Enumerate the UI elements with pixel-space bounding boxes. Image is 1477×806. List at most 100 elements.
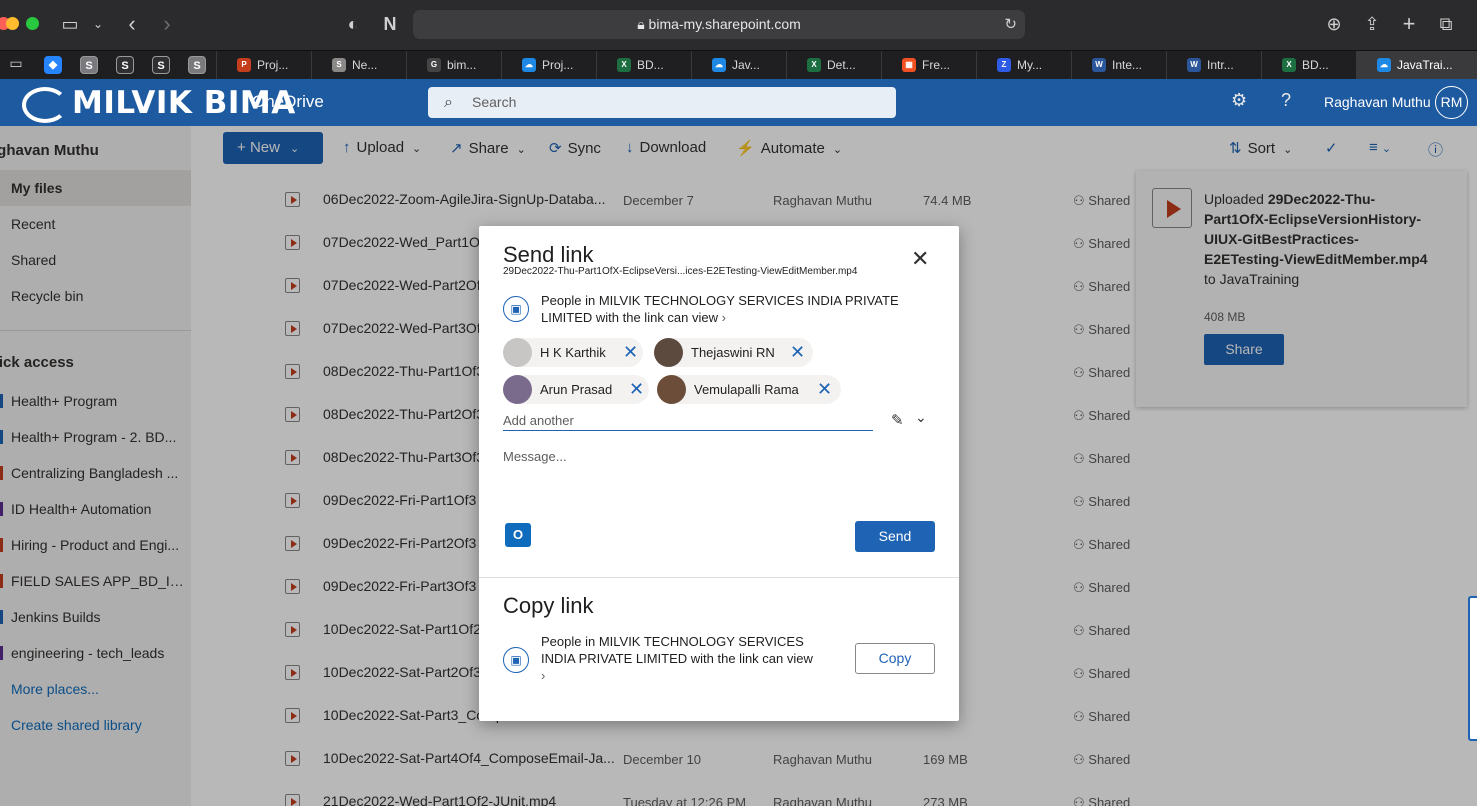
- onedrive-icon: ☁: [1377, 57, 1391, 72]
- copy-link-permission-setting[interactable]: People in MILVIK TECHNOLOGY SERVICES IND…: [541, 633, 831, 684]
- message-field[interactable]: [503, 449, 933, 509]
- shield-icon[interactable]: ◐: [339, 12, 367, 36]
- microsoft-icon: ▦: [902, 57, 916, 72]
- pinned-tab[interactable]: S: [188, 56, 206, 74]
- chevron-down-icon[interactable]: ⌄: [84, 12, 112, 36]
- search-icon: ⌕: [444, 94, 453, 111]
- chevron-down-icon[interactable]: ⌄: [915, 409, 927, 426]
- remove-recipient-icon[interactable]: ✕: [790, 338, 805, 367]
- copy-link-title: Copy link: [503, 593, 594, 618]
- new-tab-icon[interactable]: +: [1395, 12, 1423, 36]
- browser-titlebar: ▭ ⌄ ‹ › ◐ N 🔒︎ bima-my.sharepoint.com ↻ …: [0, 0, 1477, 50]
- recipient-chip: H K Karthik ✕: [503, 338, 643, 367]
- browser-tab-label: Proj...: [257, 58, 289, 72]
- outlook-icon[interactable]: O: [505, 523, 531, 547]
- recipient-name: Vemulapalli Rama: [694, 382, 799, 397]
- remove-recipient-icon[interactable]: ✕: [623, 338, 638, 367]
- recipient-avatar: [503, 375, 532, 404]
- browser-tab[interactable]: W Inte...: [1071, 51, 1166, 80]
- browser-tab-label: JavaTrai...: [1397, 58, 1453, 72]
- recipient-chip: Vemulapalli Rama ✕: [657, 375, 841, 404]
- browser-tab[interactable]: X BD...: [1261, 51, 1356, 80]
- excel-icon: X: [807, 57, 821, 72]
- add-recipient-input[interactable]: [503, 411, 873, 431]
- search-placeholder: Search: [472, 94, 517, 110]
- onedrive-header: MILVIK BIMA OneDrive ⌕ Search ⚙ ? Raghav…: [0, 79, 1477, 126]
- pinned-tab[interactable]: S: [116, 56, 134, 74]
- send-link-dialog: Send link 29Dec2022-Thu-Part1OfX-Eclipse…: [479, 226, 959, 721]
- brand-swirl-icon: [22, 86, 68, 123]
- browser-tab[interactable]: P Proj...: [216, 51, 311, 80]
- github-icon: G: [427, 57, 441, 72]
- remove-recipient-icon[interactable]: ✕: [629, 375, 644, 404]
- back-icon[interactable]: ‹: [118, 12, 146, 36]
- browser-tab[interactable]: Gbim...: [406, 51, 501, 80]
- browser-tab[interactable]: W Intr...: [1166, 51, 1261, 80]
- recipient-avatar: [657, 375, 686, 404]
- help-icon[interactable]: ?: [1281, 90, 1291, 111]
- recipient-avatar: [503, 338, 532, 367]
- browser-tab[interactable]: ▦ Fre...: [881, 51, 976, 80]
- dialog-file-name: 29Dec2022-Thu-Part1OfX-EclipseVersi...ic…: [503, 266, 858, 277]
- pinned-tab[interactable]: S: [80, 56, 98, 74]
- lock-icon: 🔒︎: [637, 16, 649, 32]
- remove-recipient-icon[interactable]: ✕: [817, 375, 832, 404]
- browser-tab-strip: ▭ ◆ S S S S P Proj... S Ne... Gbim... ☁ Proj... X BD…: [0, 50, 1477, 80]
- organization-briefcase-icon: ▣: [503, 647, 529, 673]
- browser-tab-label: Ne...: [352, 58, 378, 72]
- powerpoint-icon: P: [237, 57, 251, 72]
- word-icon: W: [1092, 57, 1106, 72]
- copy-button[interactable]: Copy: [855, 643, 935, 674]
- notion-icon[interactable]: N: [376, 12, 404, 36]
- reload-icon[interactable]: ↻: [1004, 10, 1017, 39]
- recipient-name: Arun Prasad: [540, 382, 613, 397]
- word-icon: W: [1187, 57, 1201, 72]
- browser-tab-label: Fre...: [922, 58, 951, 72]
- settings-gear-icon[interactable]: ⚙: [1231, 90, 1247, 111]
- address-bar[interactable]: 🔒︎ bima-my.sharepoint.com ↻: [413, 10, 1025, 39]
- chevron-right-icon: ›: [541, 668, 546, 683]
- browser-tab[interactable]: X Det...: [786, 51, 881, 80]
- browser-tab[interactable]: ☁ Proj...: [501, 51, 596, 80]
- window-minimize-control[interactable]: [6, 17, 19, 30]
- organization-briefcase-icon: ▣: [503, 296, 529, 322]
- browser-tab-label: Proj...: [542, 58, 574, 72]
- feedback-edge-tab[interactable]: [1468, 596, 1477, 741]
- dialog-divider: [479, 577, 959, 578]
- app-name[interactable]: OneDrive: [252, 92, 324, 112]
- browser-tab[interactable]: Z My...: [976, 51, 1071, 80]
- close-icon[interactable]: ✕: [911, 248, 929, 270]
- user-avatar[interactable]: RM: [1435, 86, 1468, 119]
- url-text: bima-my.sharepoint.com: [648, 16, 801, 32]
- browser-tab-label: BD...: [1302, 58, 1329, 72]
- browser-tab-label: Intr...: [1207, 58, 1234, 72]
- permission-text: People in MILVIK TECHNOLOGY SERVICES IND…: [541, 293, 899, 325]
- browser-tab-label: Inte...: [1112, 58, 1143, 72]
- forward-icon[interactable]: ›: [153, 12, 181, 36]
- reading-list-icon[interactable]: ▭: [2, 51, 30, 75]
- share-sheet-icon[interactable]: ⇪: [1358, 12, 1386, 36]
- jira-pinned-tab[interactable]: ◆: [44, 56, 62, 74]
- sidebar-toggle-icon[interactable]: ▭: [56, 12, 84, 36]
- browser-tab[interactable]: ☁ JavaTrai...: [1356, 51, 1477, 80]
- search-box[interactable]: ⌕ Search: [428, 87, 896, 118]
- excel-icon: X: [1282, 57, 1296, 72]
- recipient-name: H K Karthik: [540, 345, 606, 360]
- browser-tab[interactable]: X BD...: [596, 51, 691, 80]
- user-name[interactable]: Raghavan Muthu: [1324, 94, 1431, 110]
- pinned-tab[interactable]: S: [152, 56, 170, 74]
- pen-icon[interactable]: ✎: [891, 411, 904, 429]
- browser-tab-label: bim...: [447, 58, 477, 72]
- send-button[interactable]: Send: [855, 521, 935, 552]
- downloads-icon[interactable]: ⊕: [1320, 12, 1348, 36]
- browser-tab[interactable]: ☁ Jav...: [691, 51, 786, 80]
- link-permission-setting[interactable]: People in MILVIK TECHNOLOGY SERVICES IND…: [541, 292, 921, 326]
- tab-overview-icon[interactable]: ⧉: [1432, 12, 1460, 36]
- browser-tab[interactable]: S Ne...: [311, 51, 406, 80]
- excel-icon: X: [617, 57, 631, 72]
- recipient-chip: Arun Prasad ✕: [503, 375, 649, 404]
- browser-tab-label: BD...: [637, 58, 664, 72]
- recipient-name: Thejaswini RN: [691, 345, 775, 360]
- window-zoom-control[interactable]: [26, 17, 39, 30]
- recipient-avatar: [654, 338, 683, 367]
